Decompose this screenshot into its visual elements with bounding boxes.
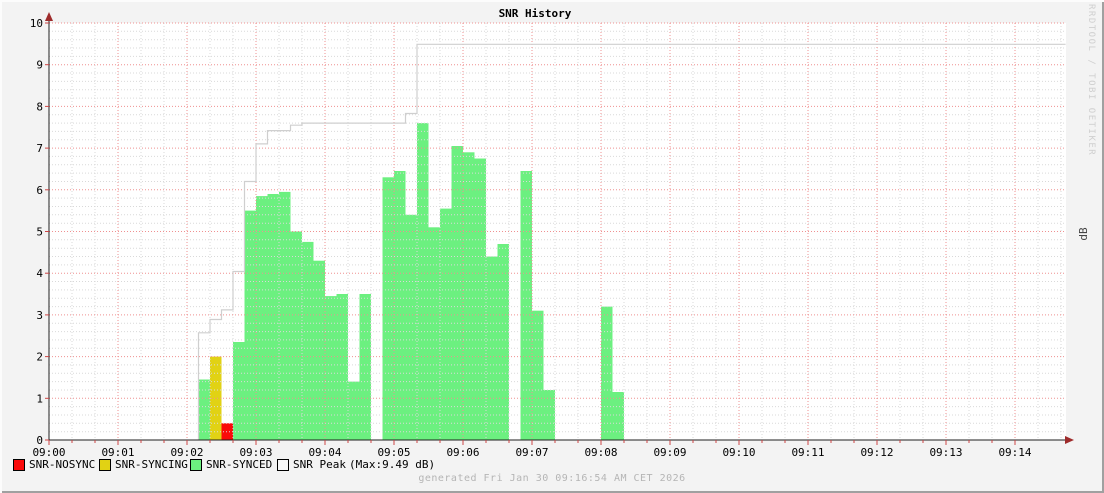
svg-text:09:08: 09:08 [584, 446, 617, 459]
svg-text:1: 1 [36, 392, 43, 405]
legend-item-peak: SNR Peak [277, 459, 346, 471]
svg-text:09:12: 09:12 [860, 446, 893, 459]
legend-label: SNR-SYNCED [206, 459, 272, 471]
rrdtool-graph: SNR History 01234567891009:0009:0109:020… [0, 0, 1104, 493]
plot-area: 01234567891009:0009:0109:0209:0309:0409:… [0, 0, 1104, 466]
svg-text:9: 9 [36, 59, 43, 72]
svg-text:09:13: 09:13 [929, 446, 962, 459]
svg-text:5: 5 [36, 226, 43, 239]
svg-text:7: 7 [36, 142, 43, 155]
svg-text:2: 2 [36, 351, 43, 364]
peak-max-note: (Max:9.49 dB) [349, 459, 435, 471]
svg-text:10: 10 [30, 17, 43, 30]
svg-text:6: 6 [36, 184, 43, 197]
svg-text:3: 3 [36, 309, 43, 322]
svg-text:8: 8 [36, 100, 43, 113]
syncing-swatch-icon [99, 459, 111, 471]
svg-text:09:06: 09:06 [446, 446, 479, 459]
legend-item-synced: SNR-SYNCED [190, 459, 272, 471]
svg-text:4: 4 [36, 267, 43, 280]
legend-item-nosync: SNR-NOSYNC [13, 459, 95, 471]
snr-history-chart: 01234567891009:0009:0109:0209:0309:0409:… [0, 0, 1104, 462]
svg-text:09:10: 09:10 [722, 446, 755, 459]
legend-item-syncing: SNR-SYNCING [99, 459, 188, 471]
svg-text:09:09: 09:09 [653, 446, 686, 459]
svg-text:09:14: 09:14 [998, 446, 1031, 459]
legend-label: SNR-SYNCING [115, 459, 188, 471]
y-axis-unit-label: dB [1072, 222, 1096, 246]
generated-timestamp: generated Fri Jan 30 09:16:54 AM CET 202… [0, 473, 1104, 484]
legend-label: SNR-NOSYNC [29, 459, 95, 471]
peak-swatch-icon [277, 459, 289, 471]
nosync-swatch-icon [13, 459, 25, 471]
svg-text:09:11: 09:11 [791, 446, 824, 459]
synced-swatch-icon [190, 459, 202, 471]
rrdtool-watermark: RRDTOOL / TOBI OETIKER [1086, 4, 1096, 156]
legend-label: SNR Peak [293, 459, 346, 471]
svg-text:09:07: 09:07 [515, 446, 548, 459]
